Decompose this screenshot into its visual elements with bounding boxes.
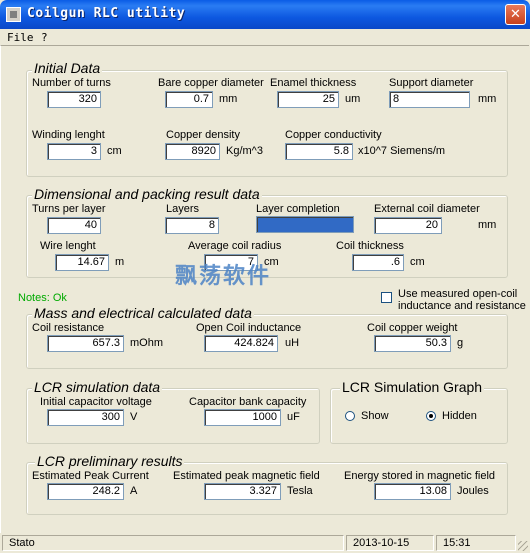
coil-resistance-unit: mOhm (130, 337, 163, 349)
coil-resistance-output: 657.3 (47, 335, 124, 352)
density-unit: Kg/m^3 (226, 145, 263, 157)
mass-electrical-title: Mass and electrical calculated data (32, 305, 254, 321)
status-date: 2013-10-15 (346, 535, 434, 551)
status-time: 15:31 (436, 535, 516, 551)
title-bar[interactable]: Coilgun RLC utility ✕ (0, 0, 530, 29)
peak-field-label: Estimated peak magnetic field (173, 470, 320, 482)
open-inductance-label: Open Coil inductance (196, 322, 302, 334)
lcr-graph-group (330, 388, 508, 444)
enamel-label: Enamel thickness (270, 77, 357, 89)
conductivity-label: Copper conductivity (285, 129, 382, 141)
capacitor-voltage-unit: V (130, 411, 138, 423)
coil-thickness-label: Coil thickness (336, 240, 404, 252)
copper-weight-unit: g (457, 337, 464, 349)
stored-energy-unit: Joules (457, 485, 489, 497)
support-label: Support diameter (389, 77, 474, 89)
dimensional-title: Dimensional and packing result data (32, 186, 262, 202)
hidden-radio[interactable] (426, 411, 436, 421)
support-unit: mm (478, 93, 497, 105)
turns-label: Number of turns (32, 77, 111, 89)
measured-label-line1: Use measured open-coil (398, 288, 518, 300)
external-diameter-label: External coil diameter (374, 203, 480, 215)
open-inductance-unit: uH (285, 337, 300, 349)
external-diameter-output: 20 (374, 217, 442, 234)
layers-output: 8 (165, 217, 219, 234)
peak-current-unit: A (130, 485, 138, 497)
lcr-graph-title: LCR Simulation Graph (340, 379, 485, 395)
conductivity-unit: x10^7 Siemens/m (358, 145, 446, 157)
peak-current-output: 248.2 (47, 483, 124, 500)
coil-thickness-unit: cm (410, 256, 425, 268)
coil-thickness-output: .6 (352, 254, 404, 271)
peak-field-output: 3.327 (204, 483, 281, 500)
layers-label: Layers (166, 203, 200, 215)
layer-completion-bar (256, 216, 354, 233)
capacitor-voltage-label: Initial capacitor voltage (40, 396, 152, 408)
peak-current-label: Estimated Peak Current (32, 470, 149, 482)
copper-weight-output: 50.3 (374, 335, 451, 352)
wire-length-output: 14.67 (55, 254, 109, 271)
hidden-radio-label[interactable]: Hidden (442, 410, 477, 422)
bare-diameter-input[interactable]: 0.7 (165, 91, 213, 108)
status-text: Stato (2, 535, 344, 551)
turns-input[interactable]: 320 (47, 91, 101, 108)
peak-field-unit: Tesla (287, 485, 313, 497)
avg-radius-label: Average coil radius (188, 240, 282, 252)
stored-energy-output: 13.08 (374, 483, 451, 500)
layer-completion-label: Layer completion (256, 203, 340, 215)
copper-weight-label: Coil copper weight (367, 322, 458, 334)
enamel-unit: um (345, 93, 361, 105)
initial-data-title: Initial Data (32, 60, 103, 76)
capacitor-capacity-input[interactable]: 1000 (204, 409, 281, 426)
close-button[interactable]: ✕ (505, 4, 526, 25)
open-inductance-output: 424.824 (204, 335, 278, 352)
measured-label-line2: inductance and resistance (398, 300, 526, 312)
conductivity-input[interactable]: 5.8 (285, 143, 353, 160)
capacitor-capacity-label: Capacitor bank capacity (189, 396, 307, 408)
wire-length-unit: m (115, 256, 125, 268)
measured-checkbox[interactable] (381, 292, 392, 303)
bare-diameter-label: Bare copper diameter (158, 77, 264, 89)
external-diameter-unit: mm (478, 219, 497, 231)
turns-per-layer-output: 40 (47, 217, 101, 234)
enamel-input[interactable]: 25 (277, 91, 339, 108)
stored-energy-label: Energy stored in magnetic field (344, 470, 496, 482)
menu-help[interactable]: ? (41, 31, 48, 44)
menu-bar: File ? (0, 29, 530, 45)
window-title: Coilgun RLC utility (27, 6, 186, 21)
support-input[interactable]: 8 (389, 91, 470, 108)
density-label: Copper density (166, 129, 240, 141)
lcr-simulation-title: LCR simulation data (32, 379, 163, 395)
resize-grip[interactable] (518, 541, 528, 551)
winding-input[interactable]: 3 (47, 143, 101, 160)
app-icon[interactable] (6, 7, 21, 22)
turns-per-layer-label: Turns per layer (32, 203, 106, 215)
show-radio[interactable] (345, 411, 355, 421)
winding-label: Winding lenght (32, 129, 105, 141)
capacitor-capacity-unit: uF (287, 411, 300, 423)
watermark-logo: 飘荡软件 (175, 264, 272, 289)
show-radio-label[interactable]: Show (361, 410, 389, 422)
status-bar: Stato 2013-10-15 15:31 (0, 533, 530, 553)
notes-status: Notes: Ok (18, 292, 67, 304)
menu-file[interactable]: File (7, 31, 34, 44)
coil-resistance-label: Coil resistance (32, 322, 105, 334)
capacitor-voltage-input[interactable]: 300 (47, 409, 124, 426)
lcr-results-title: LCR preliminary results (35, 453, 185, 469)
bare-diameter-unit: mm (219, 93, 238, 105)
wire-length-label: Wire lenght (40, 240, 96, 252)
density-input[interactable]: 8920 (165, 143, 220, 160)
winding-unit: cm (107, 145, 122, 157)
